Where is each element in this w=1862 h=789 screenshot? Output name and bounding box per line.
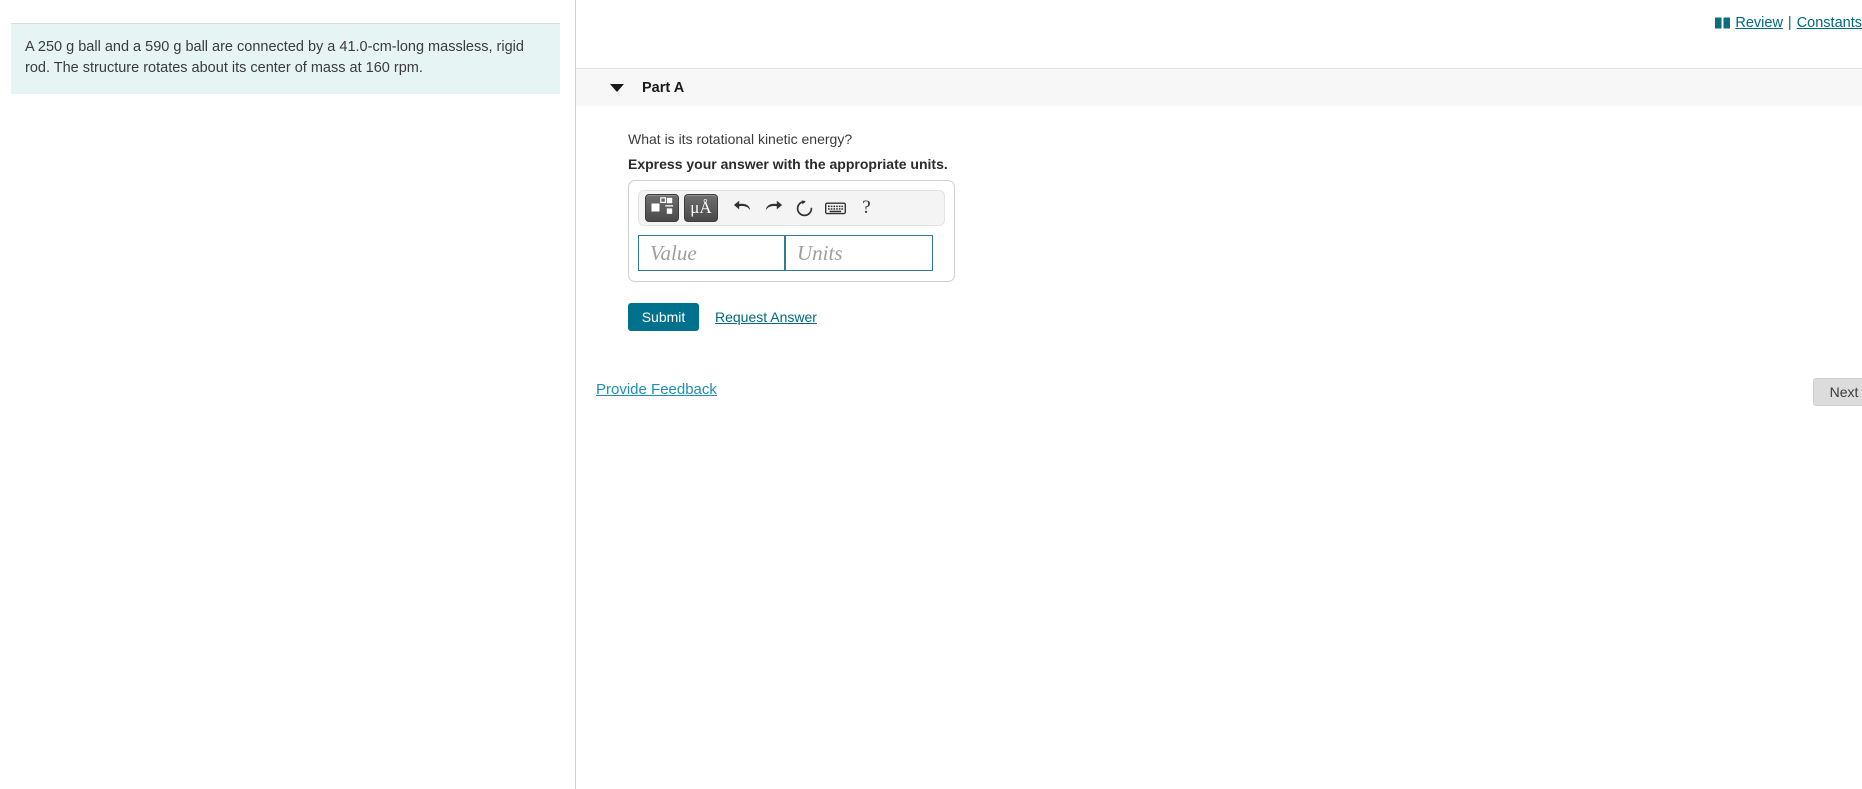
utility-links: Review | Constants <box>1715 12 1862 34</box>
links-separator: | <box>1787 15 1792 31</box>
page-root: A 250 g ball and a 590 g ball are connec… <box>0 0 1862 789</box>
value-input[interactable]: Value <box>638 235 785 271</box>
units-input[interactable]: Units <box>785 235 933 271</box>
units-symbols-label: μÅ <box>690 198 712 217</box>
submit-button[interactable]: Submit <box>628 303 699 331</box>
units-symbols-button[interactable]: μÅ <box>684 194 718 222</box>
part-a-header[interactable]: Part A <box>576 68 1862 106</box>
provide-feedback-link[interactable]: Provide Feedback <box>596 381 717 398</box>
reset-icon[interactable] <box>789 194 820 222</box>
math-template-icon <box>651 196 674 220</box>
question-prompt: What is its rotational kinetic energy? <box>628 131 853 147</box>
answer-instruction: Express your answer with the appropriate… <box>628 156 948 172</box>
next-button[interactable]: Next <box>1813 378 1862 406</box>
math-template-button[interactable] <box>645 194 679 222</box>
book-icon <box>1715 17 1731 29</box>
redo-icon[interactable] <box>758 194 789 222</box>
constants-link[interactable]: Constants <box>1797 15 1862 31</box>
help-button[interactable]: ? <box>851 194 882 222</box>
problem-statement: A 250 g ball and a 590 g ball are connec… <box>11 24 560 95</box>
caret-down-icon[interactable] <box>610 83 624 92</box>
undo-icon[interactable] <box>727 194 758 222</box>
math-toolbar: μÅ ? <box>638 190 945 226</box>
part-a-title: Part A <box>642 79 685 96</box>
request-answer-link[interactable]: Request Answer <box>715 309 817 325</box>
answer-entry-widget: μÅ ? Value Units <box>628 180 955 282</box>
review-link[interactable]: Review <box>1735 15 1783 31</box>
problem-panel: A 250 g ball and a 590 g ball are connec… <box>0 0 576 789</box>
answer-fields: Value Units <box>638 235 945 271</box>
main-content: Review | Constants Part A What is its ro… <box>576 0 1862 789</box>
keyboard-icon[interactable] <box>820 194 851 222</box>
